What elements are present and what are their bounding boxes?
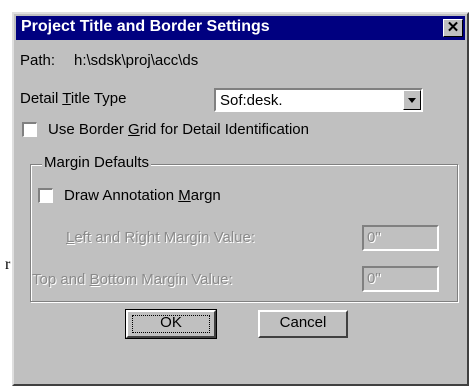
- path-value: h:\sdsk\proj\acc\ds: [74, 52, 199, 69]
- use-border-grid-checkbox[interactable]: [22, 122, 37, 137]
- margin-defaults-title: Margin Defaults: [42, 154, 152, 171]
- focus-rect: [132, 315, 210, 333]
- ok-button[interactable]: OK: [125, 309, 217, 339]
- close-icon: ✕: [446, 19, 460, 36]
- close-button[interactable]: ✕: [443, 19, 463, 37]
- draw-annotation-margin-checkbox[interactable]: [38, 188, 53, 203]
- stray-background-letter: r: [5, 256, 11, 273]
- top-bottom-margin-field[interactable]: 0": [362, 266, 439, 292]
- dialog-title: Project Title and Border Settings: [21, 18, 270, 35]
- left-right-margin-field[interactable]: 0": [362, 225, 439, 251]
- title-bar[interactable]: Project Title and Border Settings ✕: [16, 16, 465, 40]
- path-label: Path:: [20, 52, 56, 69]
- cancel-label: Cancel: [279, 314, 327, 331]
- detail-title-type-select[interactable]: Sof:desk.: [214, 88, 423, 112]
- chevron-down-icon[interactable]: [403, 90, 421, 110]
- top-bottom-margin-value: 0": [367, 270, 381, 287]
- use-border-grid-label[interactable]: Use Border Grid for Detail Identificatio…: [48, 121, 309, 138]
- detail-title-type-value: Sof:desk.: [220, 92, 283, 109]
- left-right-margin-label: Left and Right Margin Value:: [66, 229, 256, 246]
- detail-title-type-label: Detail Title Type: [20, 90, 127, 107]
- left-right-margin-value: 0": [367, 229, 381, 246]
- draw-annotation-margin-label[interactable]: Draw Annotation Margn: [64, 187, 221, 204]
- top-bottom-margin-label: Top and Bottom Margin Value:: [32, 271, 233, 288]
- project-title-border-dialog: Project Title and Border Settings ✕ Path…: [12, 12, 469, 386]
- cancel-button[interactable]: Cancel: [258, 310, 348, 338]
